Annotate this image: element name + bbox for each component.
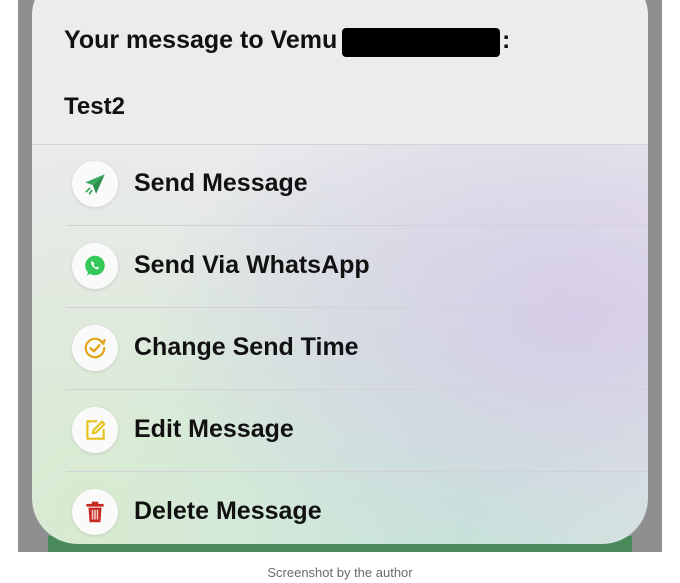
trash-icon <box>72 489 118 535</box>
edit-message-action[interactable]: Edit Message <box>32 390 648 471</box>
clock-check-icon <box>72 325 118 371</box>
message-preview-text: Test2 <box>64 93 125 120</box>
change-send-time-label: Change Send Time <box>134 333 359 361</box>
title-colon: : <box>502 26 511 54</box>
send-via-whatsapp-action[interactable]: Send Via WhatsApp <box>32 226 648 307</box>
send-message-action[interactable]: Send Message <box>32 144 648 225</box>
message-preview-header: Your message to Vemu : Test2 <box>32 0 648 145</box>
change-send-time-action[interactable]: Change Send Time <box>32 308 648 389</box>
delete-message-action[interactable]: Delete Message <box>32 472 648 544</box>
image-caption: Screenshot by the author <box>267 565 413 580</box>
screenshot: Your message to Vemu : Test2 Send Messag… <box>18 0 662 552</box>
dialog-title: Your message to Vemu <box>64 26 338 54</box>
whatsapp-icon <box>72 243 118 289</box>
edit-message-label: Edit Message <box>134 415 294 443</box>
send-icon <box>72 161 118 207</box>
send-via-whatsapp-label: Send Via WhatsApp <box>134 251 370 279</box>
redacted-name <box>342 28 500 57</box>
action-sheet: Your message to Vemu : Test2 Send Messag… <box>32 0 648 544</box>
delete-message-label: Delete Message <box>134 497 322 525</box>
edit-icon <box>72 407 118 453</box>
send-message-label: Send Message <box>134 169 308 197</box>
